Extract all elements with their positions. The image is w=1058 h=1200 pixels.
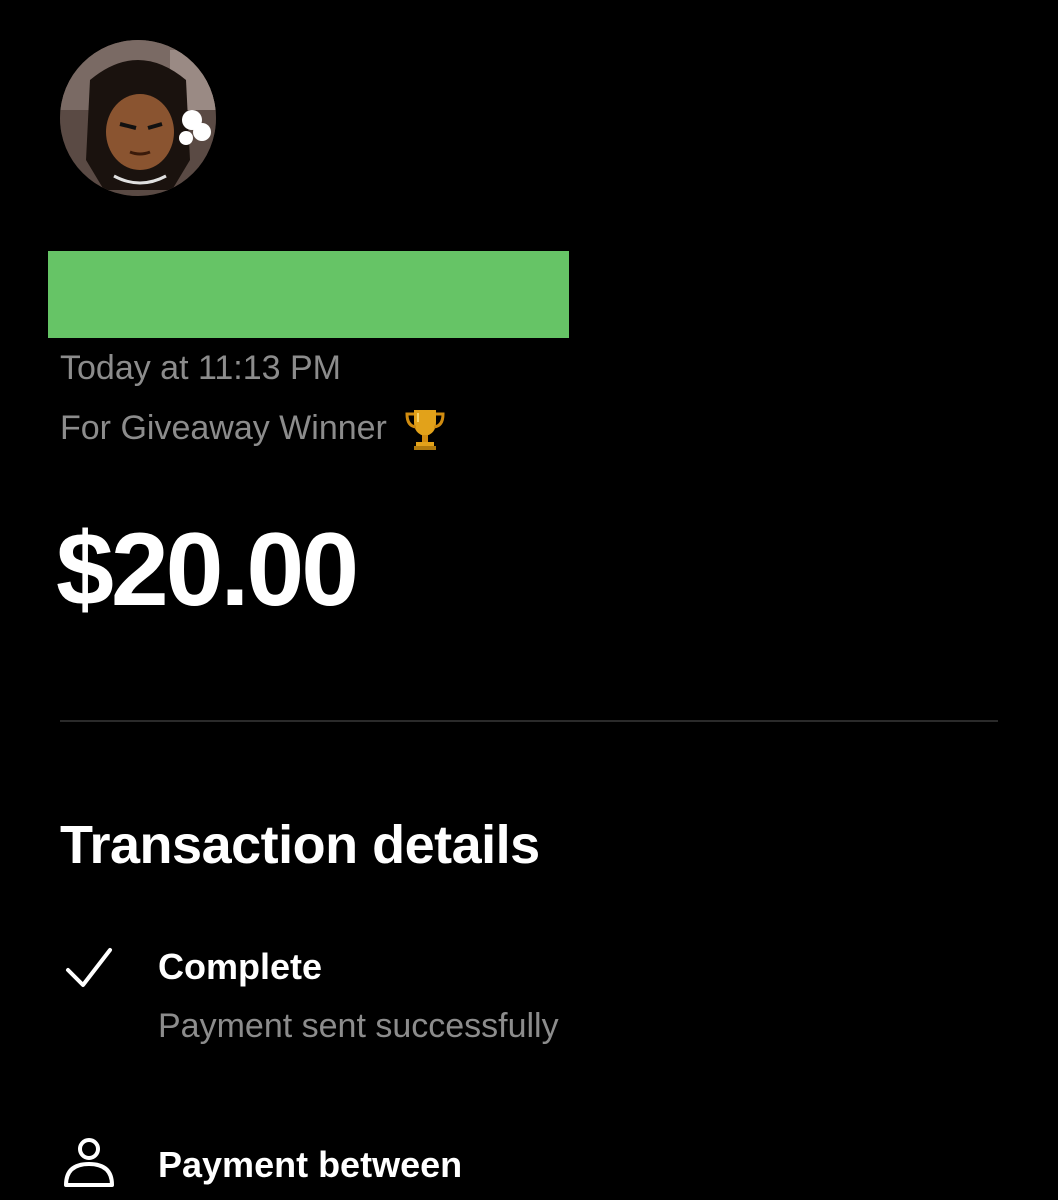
avatar[interactable] [60,40,216,196]
status-title: Complete [158,946,323,987]
transaction-timestamp: Today at 11:13 PM [60,349,341,387]
transaction-details-heading: Transaction details [60,815,540,875]
payment-between-title[interactable]: Payment between [158,1142,462,1188]
transaction-note: For Giveaway Winner [60,409,387,447]
avatar-image [60,40,216,196]
divider [60,720,998,722]
status-subtitle: Payment sent successfully [158,1007,559,1045]
payment-amount: $20.00 [56,512,359,628]
transaction-note-row: For Giveaway Winner [60,404,449,452]
trophy-icon [401,404,449,452]
checkmark-icon [62,942,116,996]
person-icon [62,1135,116,1189]
redacted-name-bar [48,251,569,338]
